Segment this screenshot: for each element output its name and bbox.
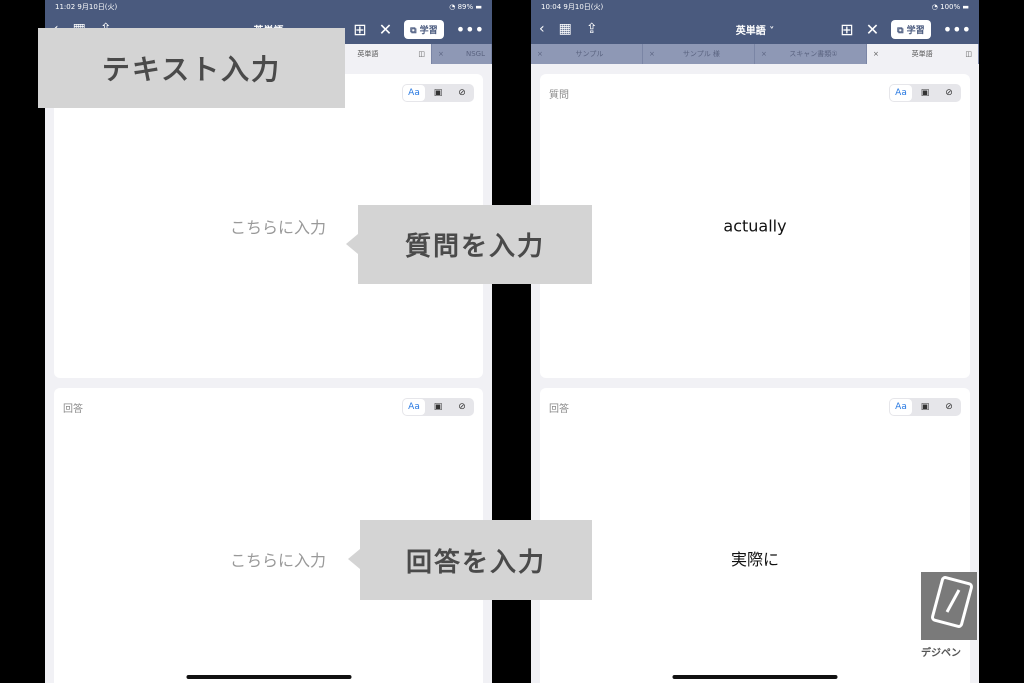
- toolbar: ‹ ▦ ⇪ 英単語 ˅ ⊞ ✕ ⧉ 学習 •••: [531, 14, 979, 44]
- question-label: 質問: [549, 90, 569, 101]
- draw-icon[interactable]: ⊘: [938, 85, 960, 101]
- close-icon[interactable]: ✕: [379, 20, 392, 39]
- study-button[interactable]: ⧉ 学習: [891, 19, 931, 39]
- home-indicator: [672, 675, 838, 679]
- study-button[interactable]: ⧉ 学習: [404, 19, 444, 39]
- callout-arrow: [348, 549, 360, 569]
- answer-card[interactable]: 回答 Aa ▣ ⊘ 実際に: [540, 388, 970, 683]
- answer-label: 回答: [63, 404, 83, 415]
- draw-icon[interactable]: ⊘: [938, 399, 960, 415]
- format-selector: Aa ▣ ⊘: [402, 84, 474, 102]
- tab-options-icon: ◫: [418, 50, 425, 58]
- close-icon[interactable]: ✕: [866, 20, 879, 39]
- tab-bar: × サンプル × サンプル 様 × スキャン書類① × 英単語 ◫: [531, 44, 979, 64]
- answer-text[interactable]: 実際に: [540, 546, 970, 570]
- grid-icon[interactable]: ▦: [559, 21, 572, 37]
- tablet-pen-icon: [921, 572, 977, 640]
- logo-text: デジペン: [921, 648, 961, 659]
- more-icon[interactable]: •••: [943, 20, 971, 39]
- tab-sample-2[interactable]: × サンプル 様: [643, 44, 755, 64]
- question-card[interactable]: 質問 Aa ▣ ⊘ actually: [540, 74, 970, 378]
- share-icon[interactable]: ⇪: [586, 21, 598, 37]
- answer-placeholder[interactable]: こちらに入力: [230, 547, 326, 571]
- format-selector: Aa ▣ ⊘: [889, 84, 961, 102]
- answer-label: 回答: [549, 404, 569, 415]
- tab-sample[interactable]: × サンプル: [531, 44, 643, 64]
- draw-icon[interactable]: ⊘: [451, 399, 473, 415]
- text-mode-button[interactable]: Aa: [890, 399, 912, 415]
- callout-arrow: [346, 234, 358, 254]
- battery: ◔ 100% ▬: [931, 3, 969, 11]
- image-icon[interactable]: ▣: [427, 399, 449, 415]
- time: 11:02: [55, 3, 76, 11]
- text-mode-button[interactable]: Aa: [890, 85, 912, 101]
- notebook-title[interactable]: 英単語 ˅: [736, 22, 774, 37]
- overlay-question-input: 質問を入力: [358, 205, 592, 284]
- text-mode-button[interactable]: Aa: [403, 399, 425, 415]
- overlay-text-input: テキスト入力: [38, 28, 345, 108]
- back-icon[interactable]: ‹: [539, 21, 545, 37]
- tab-options-icon: ◫: [965, 50, 972, 58]
- format-selector: Aa ▣ ⊘: [889, 398, 961, 416]
- digipen-logo: デジペン: [921, 572, 981, 659]
- format-selector: Aa ▣ ⊘: [402, 398, 474, 416]
- overlay-answer-input: 回答を入力: [360, 520, 592, 600]
- add-page-icon[interactable]: ⊞: [353, 20, 366, 39]
- more-icon[interactable]: •••: [456, 20, 484, 39]
- image-icon[interactable]: ▣: [914, 399, 936, 415]
- time: 10:04: [541, 3, 562, 11]
- text-mode-button[interactable]: Aa: [403, 85, 425, 101]
- tab-scan[interactable]: × スキャン書類①: [755, 44, 867, 64]
- question-placeholder[interactable]: こちらに入力: [230, 214, 326, 238]
- status-bar: 10:04 9月10日(火) ◔ 100% ▬: [531, 0, 979, 14]
- battery: ◔ 89% ▬: [449, 3, 482, 11]
- date: 9月10日(火): [77, 3, 118, 11]
- tab-nsgl[interactable]: × NSGL: [432, 44, 492, 64]
- date: 9月10日(火): [563, 3, 604, 11]
- right-screen: 10:04 9月10日(火) ◔ 100% ▬ ‹ ▦ ⇪ 英単語 ˅ ⊞ ✕ ⧉ 学習 •…: [531, 0, 979, 683]
- draw-icon[interactable]: ⊘: [451, 85, 473, 101]
- add-page-icon[interactable]: ⊞: [840, 20, 853, 39]
- tab-eitango[interactable]: × 英単語 ◫: [867, 44, 979, 64]
- question-text[interactable]: actually: [540, 217, 970, 236]
- home-indicator: [186, 675, 351, 679]
- image-icon[interactable]: ▣: [427, 85, 449, 101]
- status-bar: 11:02 9月10日(火) ◔ 89% ▬: [45, 0, 492, 14]
- image-icon[interactable]: ▣: [914, 85, 936, 101]
